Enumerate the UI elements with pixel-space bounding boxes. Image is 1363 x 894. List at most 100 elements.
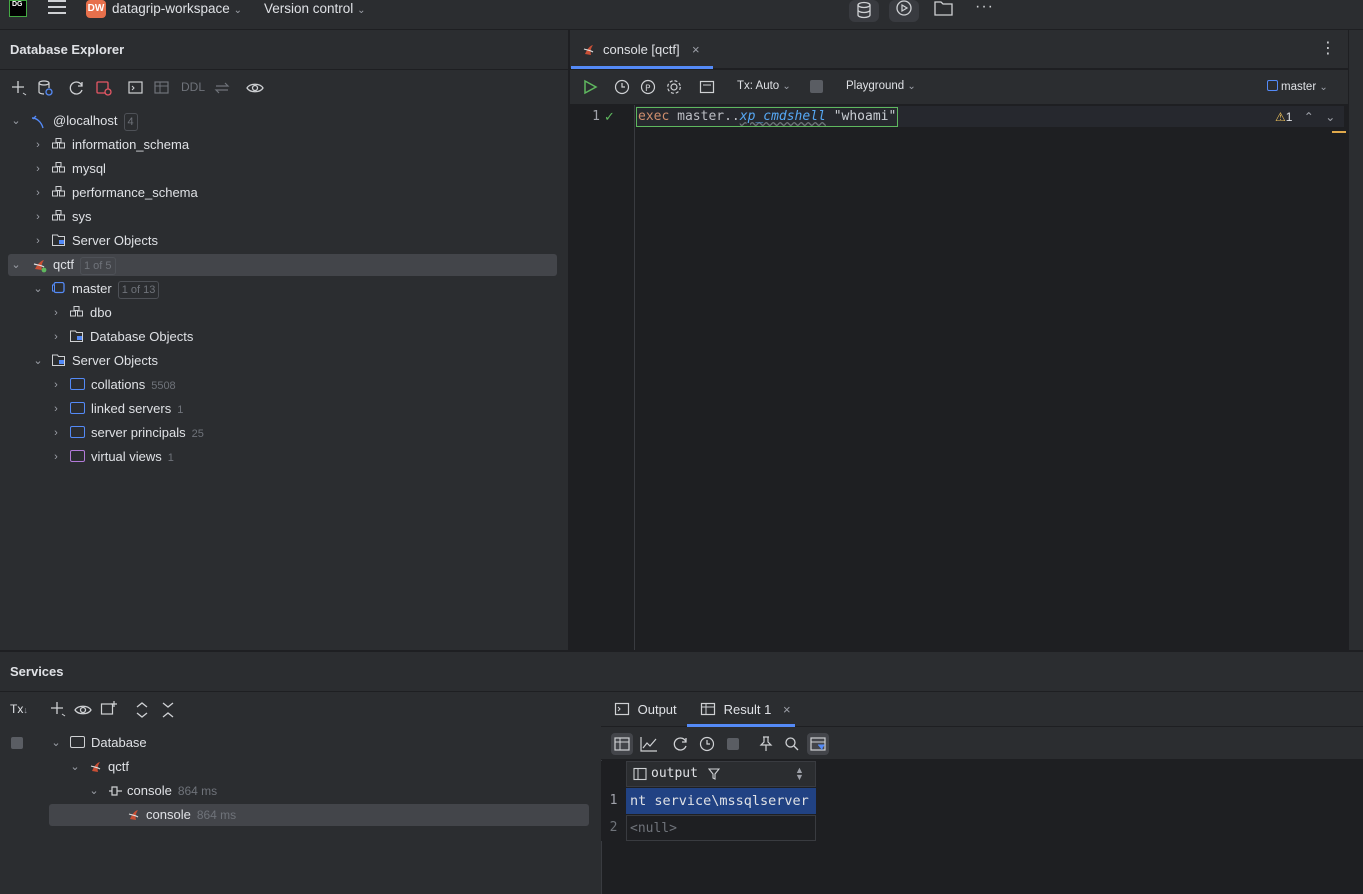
table-icon[interactable]	[153, 79, 171, 97]
folder-icon	[70, 402, 85, 414]
eye-icon[interactable]	[74, 701, 92, 719]
column-icon	[633, 767, 647, 781]
column-label: output	[651, 766, 698, 781]
stop-icon[interactable]	[11, 737, 23, 749]
panel-title: Services	[10, 664, 64, 679]
warning-icon: ⚠	[1275, 110, 1286, 124]
code-string: "whoami"	[833, 109, 897, 124]
ddl-button[interactable]: DDL	[181, 80, 205, 94]
tree-label: @localhost	[53, 113, 118, 128]
execute-icon[interactable]	[582, 79, 598, 95]
mysql-dolphin-icon	[30, 110, 46, 132]
console-group-icon	[108, 784, 124, 798]
compare-icon[interactable]	[213, 79, 231, 97]
disconnect-icon[interactable]	[95, 79, 113, 97]
new-tab-icon[interactable]	[100, 700, 118, 718]
tx-mode-button[interactable]: Tx↓	[10, 702, 28, 716]
table-cell[interactable]: nt service\mssqlserver	[626, 788, 816, 814]
search-icon[interactable]	[784, 736, 800, 752]
stop-icon[interactable]	[727, 738, 739, 750]
folder-icon[interactable]	[933, 0, 955, 18]
schema-selector[interactable]: master ⌄	[1267, 80, 1328, 93]
project-selector[interactable]: datagrip-workspace ⌄	[112, 0, 242, 19]
tree-label: master	[72, 281, 112, 296]
chevron-right-icon: ›	[36, 235, 40, 247]
right-tool-strip	[1348, 30, 1363, 650]
schema-icon	[52, 138, 66, 150]
count: 1	[167, 452, 174, 464]
eye-icon[interactable]	[246, 79, 264, 97]
schema-icon	[52, 186, 66, 198]
filter-view-toggle[interactable]	[807, 733, 829, 755]
add-icon[interactable]	[50, 701, 68, 719]
close-icon[interactable]: ×	[692, 40, 700, 60]
settings-icon[interactable]	[666, 79, 682, 95]
tree-label: dbo	[90, 305, 112, 320]
tx-mode-selector[interactable]: Tx: Auto ⌄	[737, 80, 791, 92]
filter-icon[interactable]	[708, 767, 720, 781]
chart-icon[interactable]	[640, 736, 658, 752]
explain-plan-icon[interactable]: P	[640, 79, 656, 95]
tx-label: Tx	[10, 702, 24, 716]
code-object: master..	[677, 109, 740, 124]
line-number: 1	[592, 109, 600, 124]
database-icon[interactable]	[849, 0, 879, 22]
chevron-right-icon: ›	[36, 187, 40, 199]
chevron-down-icon[interactable]: ⌄	[1325, 110, 1335, 124]
more-icon[interactable]: ···	[975, 0, 995, 16]
database-icon	[1267, 80, 1278, 91]
tab-output[interactable]: Output	[614, 701, 677, 719]
chevron-right-icon: ›	[54, 451, 58, 463]
collapse-all-icon[interactable]	[160, 701, 176, 719]
vcs-label: Version control	[264, 1, 354, 16]
project-badge[interactable]: DW	[86, 0, 106, 18]
chevron-down-icon: ⌄	[11, 259, 21, 271]
row-number: 1	[609, 793, 618, 808]
count-badge: 1 of 5	[79, 257, 116, 275]
column-header-output[interactable]: output ▲ ▼	[626, 761, 816, 787]
schema-icon	[52, 162, 66, 174]
expand-all-icon[interactable]	[134, 701, 150, 719]
tree-label: virtual views	[91, 449, 162, 464]
console-icon	[614, 701, 630, 717]
history-icon[interactable]	[699, 736, 717, 752]
tx-label: Tx: Auto	[737, 80, 780, 92]
output-panel-icon[interactable]	[699, 79, 715, 95]
tab-label: Output	[637, 702, 677, 717]
sqlserver-icon	[582, 42, 596, 58]
table-view-toggle[interactable]	[611, 733, 633, 755]
vcs-selector[interactable]: Version control ⌄	[264, 0, 365, 19]
stop-icon[interactable]	[810, 80, 823, 93]
refresh-icon[interactable]	[68, 79, 86, 97]
tree-label: Database	[91, 735, 147, 750]
history-icon[interactable]	[614, 79, 630, 95]
table-cell[interactable]: <null>	[626, 815, 816, 841]
pin-icon[interactable]	[758, 736, 774, 752]
chevron-down-icon: ⌄	[51, 737, 61, 749]
run-icon[interactable]	[889, 0, 919, 22]
chevron-down-icon: ⌄	[33, 283, 43, 295]
count: 25	[191, 428, 204, 440]
table-icon	[700, 701, 716, 717]
data-source-properties-icon[interactable]	[36, 79, 54, 97]
add-icon[interactable]	[10, 79, 28, 97]
tree-label: console	[146, 807, 191, 822]
chevron-up-icon[interactable]: ⌃	[1304, 110, 1314, 124]
schema-label: master	[1281, 81, 1317, 93]
server-objects-icon	[52, 234, 66, 246]
tree-label: collations	[91, 377, 146, 392]
kebab-menu-icon[interactable]: ⋮	[1320, 40, 1336, 58]
close-icon[interactable]: ×	[783, 702, 791, 717]
chevron-right-icon: ›	[54, 331, 58, 343]
folder-icon	[70, 736, 85, 748]
inspection-widget[interactable]: ⚠1 ⌃ ⌄	[1275, 110, 1335, 124]
tab-result-1[interactable]: Result 1 ×	[700, 701, 791, 719]
hamburger-menu-icon[interactable]	[48, 0, 66, 16]
refresh-icon[interactable]	[672, 736, 690, 752]
playground-selector[interactable]: Playground ⌄	[846, 80, 916, 92]
code-statement[interactable]: exec master..xp_cmdshell "whoami"	[636, 107, 899, 127]
jump-to-console-icon[interactable]	[127, 79, 145, 97]
tab-label: console [qctf]	[603, 42, 680, 57]
duration: 864 ms	[196, 808, 237, 822]
sort-icon[interactable]: ▲ ▼	[795, 766, 804, 782]
